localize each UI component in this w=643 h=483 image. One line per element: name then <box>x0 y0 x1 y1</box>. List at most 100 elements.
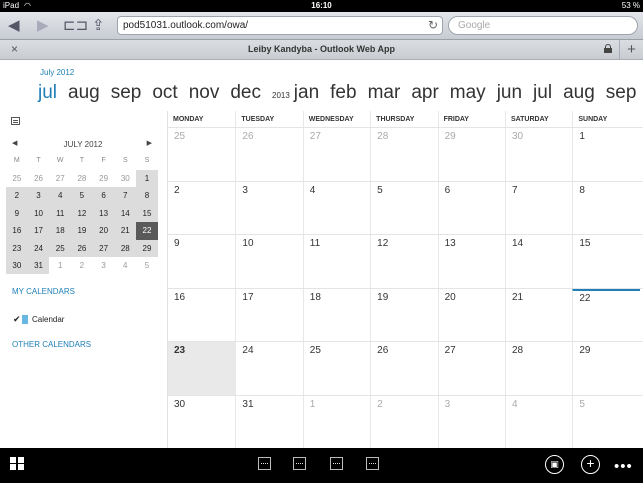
day-cell[interactable]: 22 <box>572 288 640 341</box>
today-icon[interactable]: ▣ <box>545 455 564 474</box>
day-cell[interactable]: 13 <box>437 235 505 288</box>
day-cell[interactable]: 31 <box>235 395 302 448</box>
mini-day[interactable]: 4 <box>49 187 72 205</box>
mini-day[interactable]: 27 <box>92 239 115 257</box>
new-tab-button[interactable]: + <box>619 40 643 60</box>
other-calendars-label[interactable]: OTHER CALENDARS <box>12 340 91 349</box>
day-cell[interactable]: 21 <box>504 288 572 341</box>
day-cell[interactable]: 28 <box>504 342 572 395</box>
month-item[interactable]: oct <box>152 82 177 104</box>
mini-day[interactable]: 26 <box>28 170 50 187</box>
day-cell[interactable]: 1 <box>572 128 639 181</box>
mini-day[interactable]: 3 <box>93 257 115 274</box>
month-item[interactable]: mar <box>368 82 401 104</box>
mini-day[interactable]: 5 <box>136 257 158 274</box>
share-icon[interactable]: ⇪ <box>92 17 105 35</box>
day-cell[interactable]: 29 <box>437 128 505 181</box>
day-cell[interactable]: 8 <box>572 181 639 234</box>
mini-day[interactable]: 28 <box>71 170 93 187</box>
day-cell[interactable]: 23 <box>168 342 236 395</box>
mini-day[interactable]: 15 <box>136 204 158 223</box>
day-cell[interactable]: 9 <box>168 235 235 288</box>
mini-day[interactable]: 16 <box>6 222 28 240</box>
mini-day[interactable]: 2 <box>71 257 93 274</box>
mini-next-month-icon[interactable]: ▶ <box>147 139 152 147</box>
month-item[interactable]: dec <box>230 82 261 104</box>
bookmarks-icon[interactable]: ⊏⊐ <box>63 17 88 35</box>
day-cell[interactable]: 1 <box>302 395 370 448</box>
my-calendars-label[interactable]: MY CALENDARS <box>12 287 75 296</box>
day-cell[interactable]: 26 <box>235 128 302 181</box>
mini-day[interactable]: 30 <box>114 170 136 187</box>
week-view-icon[interactable] <box>330 457 343 470</box>
day-cell[interactable]: 3 <box>437 395 505 448</box>
more-icon[interactable]: ••• <box>614 458 633 483</box>
month-item[interactable]: sep <box>606 82 637 104</box>
mini-day[interactable]: 25 <box>49 239 72 257</box>
day-cell[interactable]: 26 <box>370 342 437 395</box>
mini-day[interactable]: 23 <box>6 239 28 257</box>
day-cell[interactable]: 2 <box>370 395 437 448</box>
mini-day[interactable]: 9 <box>6 204 28 223</box>
mini-day[interactable]: 5 <box>71 187 93 205</box>
mini-day[interactable]: 12 <box>71 204 93 223</box>
mini-day[interactable]: 22 <box>136 222 158 240</box>
month-item[interactable]: aug <box>68 82 100 104</box>
day-view-icon[interactable] <box>258 457 271 470</box>
work-week-view-icon[interactable] <box>293 457 306 470</box>
day-cell[interactable]: 12 <box>370 235 437 288</box>
day-cell[interactable]: 28 <box>370 128 437 181</box>
month-item[interactable]: jul <box>38 82 57 104</box>
day-cell[interactable]: 17 <box>235 288 302 341</box>
mini-day[interactable]: 26 <box>71 239 93 257</box>
day-cell[interactable]: 30 <box>168 396 235 449</box>
mini-day[interactable]: 27 <box>49 170 71 187</box>
mini-day[interactable]: 31 <box>27 256 50 275</box>
day-cell[interactable]: 14 <box>504 235 572 288</box>
mini-day[interactable]: 28 <box>114 239 137 257</box>
day-cell[interactable]: 25 <box>302 342 370 395</box>
new-event-icon[interactable]: + <box>581 455 600 474</box>
apps-icon[interactable] <box>10 457 24 470</box>
mini-day[interactable]: 24 <box>27 239 50 257</box>
day-cell[interactable]: 11 <box>302 235 370 288</box>
day-cell[interactable]: 2 <box>168 182 235 235</box>
month-item[interactable]: nov <box>189 82 220 104</box>
day-cell[interactable]: 27 <box>302 128 370 181</box>
day-cell[interactable]: 20 <box>437 288 505 341</box>
reload-icon[interactable]: ↻ <box>428 18 438 32</box>
mini-day[interactable]: 29 <box>93 170 115 187</box>
mini-day[interactable]: 17 <box>27 222 50 240</box>
month-item[interactable]: jul <box>533 82 552 104</box>
back-icon[interactable]: ◀ <box>8 17 20 35</box>
mini-day[interactable]: 8 <box>136 187 158 205</box>
mini-day[interactable]: 20 <box>92 222 115 240</box>
calendar-item[interactable]: ✔ Calendar <box>13 314 64 325</box>
mini-day[interactable]: 30 <box>6 256 28 275</box>
mini-day[interactable]: 6 <box>92 187 115 205</box>
mini-day[interactable]: 25 <box>6 170 28 187</box>
month-item[interactable]: aug <box>563 82 595 104</box>
mini-day[interactable]: 11 <box>49 204 72 223</box>
mini-day[interactable]: 19 <box>71 222 93 240</box>
day-cell[interactable]: 19 <box>370 288 437 341</box>
forward-icon[interactable]: ▶ <box>37 17 49 35</box>
month-item[interactable]: may <box>450 82 486 104</box>
day-cell[interactable]: 4 <box>302 181 370 234</box>
mini-day[interactable]: 13 <box>92 204 115 223</box>
day-cell[interactable]: 6 <box>437 181 505 234</box>
month-item[interactable]: jan <box>294 82 319 104</box>
search-input[interactable]: Google <box>448 16 638 35</box>
mini-day[interactable]: 10 <box>27 204 50 223</box>
day-cell[interactable]: 10 <box>235 235 302 288</box>
mini-day[interactable]: 1 <box>49 257 71 274</box>
day-cell[interactable]: 29 <box>572 342 639 395</box>
day-cell[interactable]: 4 <box>504 395 572 448</box>
tab-title[interactable]: Leiby Kandyba - Outlook Web App <box>0 44 643 54</box>
mini-day[interactable]: 3 <box>27 187 50 205</box>
month-item[interactable]: sep <box>111 82 142 104</box>
day-cell[interactable]: 3 <box>235 181 302 234</box>
mini-day[interactable]: 1 <box>136 170 158 188</box>
day-cell[interactable]: 24 <box>235 342 302 395</box>
day-cell[interactable]: 18 <box>302 288 370 341</box>
